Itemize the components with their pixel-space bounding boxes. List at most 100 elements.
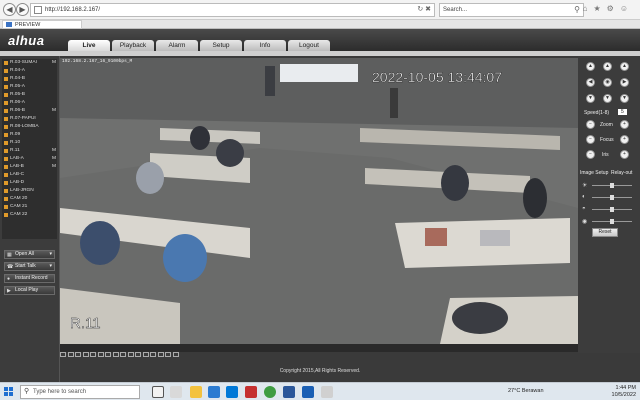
image-setup-tab[interactable]: Image Setup	[580, 170, 608, 176]
camera-item[interactable]: LAB-B M	[2, 163, 57, 171]
reset-button[interactable]: Reset	[592, 228, 618, 237]
forward-button[interactable]: ▶	[16, 3, 29, 16]
saturation-knob[interactable]	[610, 207, 614, 212]
camera-item[interactable]: R.06-B M	[2, 107, 57, 115]
camera-item[interactable]: LAB-JRGN	[2, 187, 57, 195]
iris-close-button[interactable]: −	[586, 150, 595, 159]
camera-item[interactable]: R.10	[2, 139, 57, 147]
iris-open-button[interactable]: +	[620, 150, 629, 159]
live-video-view[interactable]: 192.168.2.167_16_9100bps_M 2022-10-05 13…	[60, 58, 578, 344]
mail-icon[interactable]	[208, 386, 220, 398]
task-view-icon[interactable]	[152, 386, 164, 398]
video-tool-icon[interactable]	[105, 352, 111, 357]
camera-item[interactable]: CAM 22	[2, 211, 57, 219]
browser-search-input[interactable]: Search... ⚲	[439, 3, 584, 17]
browser-tab[interactable]: PREVIEW	[2, 20, 82, 29]
video-tool-icon[interactable]	[97, 352, 104, 357]
local-play-button[interactable]: ▶ Local Play	[4, 286, 55, 295]
taskbar-search-input[interactable]: ⚲ Type here to search	[20, 385, 140, 399]
camera-icon	[4, 165, 8, 169]
camera-item[interactable]: LAB-C	[2, 171, 57, 179]
camera-item[interactable]: R.04-A	[2, 67, 57, 75]
contrast-slider[interactable]: ◐	[582, 194, 636, 201]
camera-item[interactable]: R.03-SUMAI M	[2, 59, 57, 67]
file-explorer-icon[interactable]	[190, 386, 202, 398]
ptz-center-button[interactable]: ◉	[603, 78, 612, 87]
weather-widget[interactable]: 27°C Berawan	[508, 388, 544, 394]
camera-item[interactable]: R.05-A	[2, 83, 57, 91]
camera-item[interactable]: LAB-D	[2, 179, 57, 187]
saturation-slider[interactable]: ◓	[582, 206, 636, 213]
video-tool-icon[interactable]	[112, 352, 119, 357]
camera-name: CAM 21	[10, 204, 28, 209]
video-tool-icon[interactable]	[67, 352, 74, 357]
tab-alarm[interactable]: Alarm	[156, 40, 198, 51]
video-tool-icon[interactable]	[135, 352, 141, 357]
address-bar[interactable]: http://192.168.2.167/ ↻ ✖	[30, 3, 435, 17]
camera-item[interactable]: R.07-PAPUI	[2, 115, 57, 123]
tab-playback[interactable]: Playback	[112, 40, 154, 51]
camera-item[interactable]: LAB-A M	[2, 155, 57, 163]
ptz-down-right-button[interactable]: ▼	[620, 94, 629, 103]
start-talk-button[interactable]: ☎ Start Talk ▾	[4, 262, 55, 271]
tab-logout[interactable]: Logout	[288, 40, 330, 51]
ptz-down-left-button[interactable]: ▼	[586, 94, 595, 103]
edge-icon[interactable]	[226, 386, 238, 398]
word-icon[interactable]	[283, 386, 295, 398]
camera-list[interactable]: R.03-SUMAI M R.04-A R.04-B R.05-A R.05-B R.06-…	[2, 59, 57, 239]
widgets-icon[interactable]	[170, 386, 182, 398]
video-tool-icon[interactable]	[165, 352, 171, 357]
chrome-icon[interactable]	[264, 386, 276, 398]
brightness-slider[interactable]: ☀	[582, 182, 636, 189]
left-panel: R.03-SUMAI M R.04-A R.04-B R.05-A R.05-B R.06-…	[0, 56, 60, 382]
video-tool-icon[interactable]	[75, 352, 81, 357]
tab-info[interactable]: Info	[244, 40, 286, 51]
ptz-right-button[interactable]: ▶	[620, 78, 629, 87]
video-tool-icon[interactable]	[120, 352, 126, 357]
focus-far-button[interactable]: +	[620, 135, 629, 144]
browser-app-icon[interactable]	[302, 386, 314, 398]
search-icon[interactable]: ⚲	[574, 4, 580, 16]
video-tool-icon[interactable]	[90, 352, 96, 357]
camera-item[interactable]: R.06-A	[2, 99, 57, 107]
store-icon[interactable]	[245, 386, 257, 398]
focus-near-button[interactable]: −	[586, 135, 595, 144]
ptz-up-right-button[interactable]: ▲	[620, 62, 629, 71]
video-tool-icon[interactable]	[150, 352, 156, 357]
video-tool-icon[interactable]	[82, 352, 89, 357]
ptz-up-button[interactable]: ▲	[603, 62, 612, 71]
video-tool-icon[interactable]	[127, 352, 134, 357]
camera-item[interactable]: CAM 20	[2, 195, 57, 203]
start-icon[interactable]	[4, 387, 14, 397]
video-tool-icon[interactable]	[60, 352, 66, 357]
ptz-up-left-button[interactable]: ▲	[586, 62, 595, 71]
zoom-in-button[interactable]: +	[620, 120, 629, 129]
tab-setup[interactable]: Setup	[200, 40, 242, 51]
camera-item[interactable]: R.11 M	[2, 147, 57, 155]
contrast-knob[interactable]	[610, 195, 614, 200]
camera-item[interactable]: CAM 21	[2, 203, 57, 211]
brightness-knob[interactable]	[610, 183, 614, 188]
open-all-button[interactable]: ▦ Open All ▾	[4, 250, 55, 259]
zoom-out-button[interactable]: −	[586, 120, 595, 129]
ptz-down-button[interactable]: ▼	[603, 94, 612, 103]
camera-item[interactable]: R.05-B	[2, 91, 57, 99]
app-icon[interactable]	[321, 386, 333, 398]
back-button[interactable]: ◀	[3, 3, 16, 16]
video-tool-icon[interactable]	[142, 352, 149, 357]
hue-slider[interactable]: ◉	[582, 218, 636, 225]
ptz-left-button[interactable]: ◀	[586, 78, 595, 87]
camera-item[interactable]: R.08-LOMBA	[2, 123, 57, 131]
refresh-icon[interactable]: ↻ ✖	[417, 4, 431, 16]
hue-knob[interactable]	[610, 219, 614, 224]
video-tool-icon[interactable]	[172, 352, 179, 357]
toolbar-icons[interactable]: ⌂★⚙☺	[583, 4, 634, 13]
video-tool-icon[interactable]	[157, 352, 164, 357]
camera-item[interactable]: R.04-B	[2, 75, 57, 83]
tab-live[interactable]: Live	[68, 40, 110, 51]
speed-select[interactable]: 5	[618, 109, 627, 115]
relay-out-tab[interactable]: Relay-out	[611, 170, 632, 176]
instant-record-button[interactable]: ● Instant Record	[4, 274, 55, 283]
camera-item[interactable]: R.09	[2, 131, 57, 139]
clock[interactable]: 1:44 PM 10/5/2022	[612, 385, 636, 399]
